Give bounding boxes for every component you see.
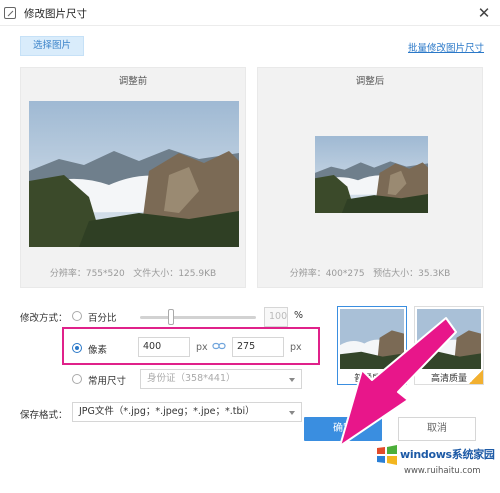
pointer-arrow-icon [339, 317, 457, 447]
watermark: windows系统家园 www.ruihaitu.com [370, 436, 496, 490]
watermark-url: www.ruihaitu.com [404, 466, 481, 476]
windows-logo-icon [377, 445, 397, 465]
watermark-name: windows系统家园 [400, 448, 495, 461]
